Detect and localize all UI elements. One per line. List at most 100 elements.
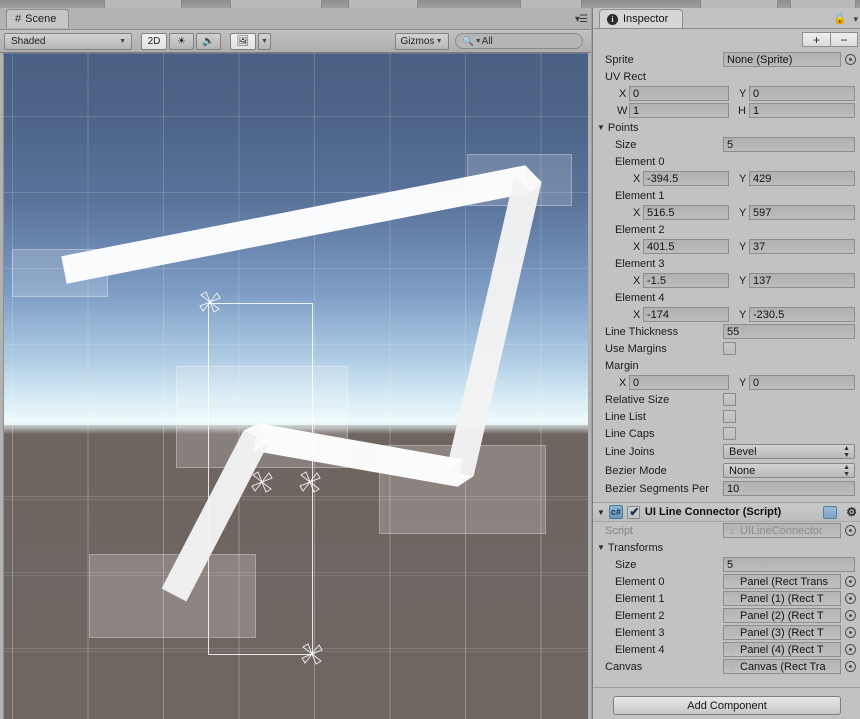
component-header-ui-line-connector[interactable]: ▼ c# UI Line Connector (Script) ⚙ (593, 502, 860, 522)
point-1-y-field[interactable]: 597 (749, 205, 855, 220)
add-element-button[interactable]: + (802, 32, 830, 47)
tab-scene[interactable]: # Scene (6, 9, 70, 28)
sprite-value: None (Sprite) (727, 53, 793, 66)
canvas-label: Canvas (605, 660, 643, 673)
transform-4-picker-icon[interactable] (845, 644, 856, 655)
margin-x-label: X (619, 376, 627, 389)
sprite-field[interactable]: None (Sprite) (723, 52, 841, 67)
line-caps-checkbox[interactable] (723, 427, 736, 440)
point-0-y-field[interactable]: 429 (749, 171, 855, 186)
remove-element-button[interactable]: − (830, 32, 858, 47)
transform-0-picker-icon[interactable] (845, 576, 856, 587)
transform-4-field[interactable]: ◌ Panel (4) (Rect T (723, 642, 841, 657)
point-1-x-field[interactable]: 516.5 (643, 205, 729, 220)
draw-mode-dropdown[interactable]: Shaded ▼ (4, 32, 132, 50)
margin-y-field[interactable]: 0 (749, 375, 855, 390)
rect-transform-icon: ◌ (729, 661, 735, 672)
fx-toggle-button[interactable]: 🖼 (230, 32, 256, 50)
inspector-menu-icon[interactable]: ▾ (853, 14, 858, 25)
line-thickness-value: 55 (727, 325, 740, 338)
transform-4-value: Panel (4) (Rect T (740, 643, 824, 656)
array-size-buttons: + − (802, 32, 858, 47)
row-line-list: Line List (593, 408, 860, 425)
script-picker-icon[interactable] (845, 525, 856, 536)
point-0-y-value: 429 (753, 172, 772, 185)
transform-3-field[interactable]: ◌ Panel (3) (Rect T (723, 625, 841, 640)
point-2-y-field[interactable]: 37 (749, 239, 855, 254)
transforms-size-label: Size (615, 558, 637, 571)
scene-viewport[interactable] (3, 53, 588, 719)
line-joins-label: Line Joins (605, 445, 655, 458)
tab-inspector[interactable]: i Inspector (599, 9, 684, 28)
toggle-2d-button[interactable]: 2D (141, 32, 167, 50)
transform-1-value: Panel (1) (Rect T (740, 592, 824, 605)
script-field: c UILineConnector (723, 523, 841, 538)
transform-2-picker-icon[interactable] (845, 610, 856, 621)
uv-y-value: 0 (753, 87, 760, 100)
points-size-field[interactable]: 5 (723, 137, 855, 152)
scene-panel-menu-icon[interactable]: ▾☰ (575, 14, 588, 25)
lock-icon[interactable]: 🔒 (833, 12, 847, 25)
fx-dropdown-button[interactable]: ▼ (258, 32, 271, 50)
point-3-y-field[interactable]: 137 (749, 273, 855, 288)
bezier-mode-dropdown[interactable]: None ▲ ▼ (723, 463, 855, 478)
transform-2-field[interactable]: ◌ Panel (2) (Rect T (723, 608, 841, 623)
pivot-marker-2[interactable] (297, 469, 323, 495)
sprite-picker-icon[interactable] (845, 54, 856, 65)
relative-size-checkbox[interactable] (723, 393, 736, 406)
chevron-updown-icon: ▲ ▼ (843, 463, 850, 478)
row-uvrect-wh: W 1 H 1 (593, 102, 860, 119)
line-list-checkbox[interactable] (723, 410, 736, 423)
row-transform-3: Element 3 ◌ Panel (3) (Rect T (593, 624, 860, 641)
point-1-y-value: 597 (753, 206, 772, 219)
uv-h-field[interactable]: 1 (749, 103, 855, 118)
uv-w-field[interactable]: 1 (629, 103, 729, 118)
gizmos-label: Gizmos (400, 35, 435, 47)
point-0-x-field[interactable]: -394.5 (643, 171, 729, 186)
add-component-button[interactable]: Add Component (613, 696, 841, 715)
point-3-x-field[interactable]: -1.5 (643, 273, 729, 288)
chevron-down-icon: ▼ (435, 37, 443, 45)
transform-3-picker-icon[interactable] (845, 627, 856, 638)
uv-x-field[interactable]: 0 (629, 86, 729, 101)
row-transforms-foldout[interactable]: ▼ Transforms (593, 539, 860, 556)
point-1-x-value: 516.5 (647, 206, 675, 219)
gizmos-dropdown[interactable]: Gizmos ▼ (394, 32, 449, 50)
bezier-mode-label: Bezier Mode (605, 464, 667, 477)
row-line-thickness: Line Thickness 55 (593, 323, 860, 340)
use-margins-checkbox[interactable] (723, 342, 736, 355)
row-use-margins: Use Margins (593, 340, 860, 357)
canvas-picker-icon[interactable] (845, 661, 856, 672)
point-0-y-label: Y (739, 172, 747, 185)
component-enabled-checkbox[interactable] (626, 505, 641, 519)
lighting-toggle-button[interactable]: ☀ (169, 32, 194, 50)
point-4-y-value: -230.5 (753, 308, 785, 321)
audio-toggle-button[interactable]: 🔊 (196, 32, 221, 50)
transform-1-picker-icon[interactable] (845, 593, 856, 604)
uv-y-field[interactable]: 0 (749, 86, 855, 101)
point-4-x-field[interactable]: -174 (643, 307, 729, 322)
scene-search-input[interactable]: 🔍 ▼ All (454, 33, 583, 49)
pivot-marker-1[interactable] (249, 469, 275, 495)
row-point-4-xy: X -174 Y -230.5 (593, 306, 860, 323)
uv-w-label: W (617, 104, 628, 117)
info-circle-icon: i (607, 13, 618, 25)
point-3-y-label: Y (739, 274, 747, 287)
help-book-icon[interactable] (823, 505, 837, 519)
bezier-segments-field[interactable]: 10 (723, 481, 855, 496)
point-2-x-field[interactable]: 401.5 (643, 239, 729, 254)
pivot-marker-3[interactable] (299, 641, 325, 667)
transforms-size-field[interactable]: 5 (723, 557, 855, 572)
point-4-y-field[interactable]: -230.5 (749, 307, 855, 322)
canvas-field[interactable]: ◌ Canvas (Rect Tra (723, 659, 841, 674)
transform-0-field[interactable]: ◌ Panel (Rect Trans (723, 574, 841, 589)
gear-icon[interactable]: ⚙ (846, 505, 857, 519)
line-thickness-field[interactable]: 55 (723, 324, 855, 339)
line-joins-dropdown[interactable]: Bevel ▲ ▼ (723, 444, 855, 459)
pivot-marker-0[interactable] (197, 289, 223, 315)
margin-x-field[interactable]: 0 (629, 375, 729, 390)
transform-1-field[interactable]: ◌ Panel (1) (Rect T (723, 591, 841, 606)
speaker-icon: 🔊 (202, 35, 215, 47)
row-points-foldout[interactable]: ▼ Points (593, 119, 860, 136)
uv-h-label: H (738, 104, 746, 117)
